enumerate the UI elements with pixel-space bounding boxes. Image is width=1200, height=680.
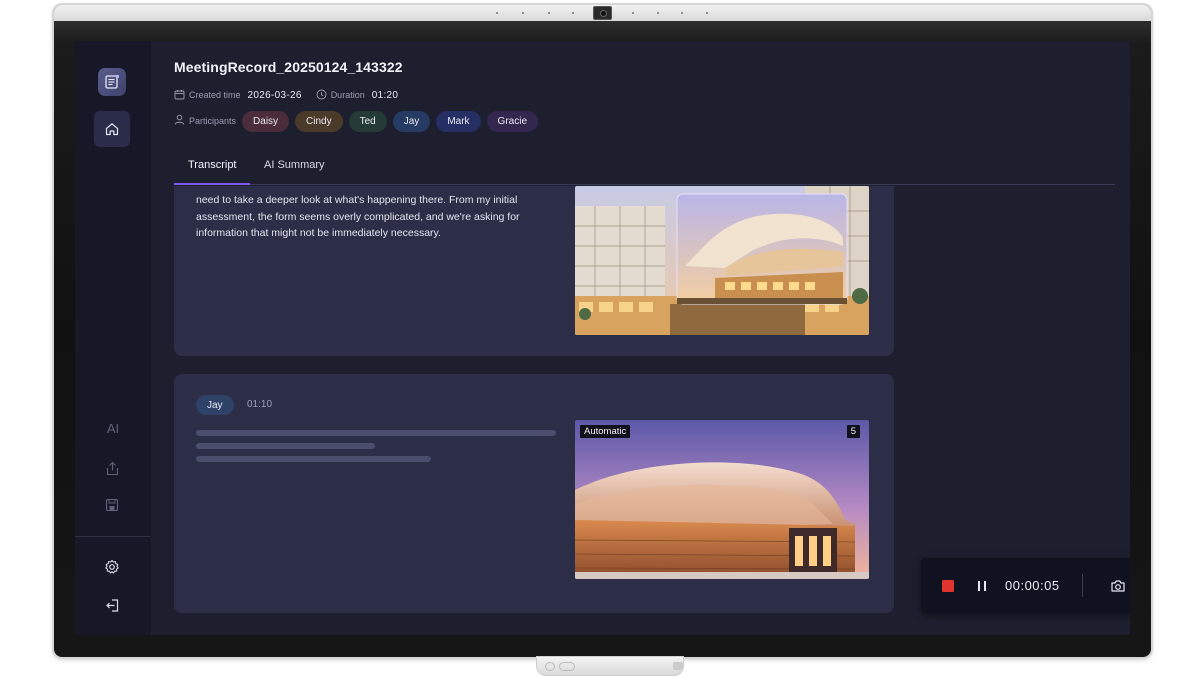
- app-logo-icon[interactable]: [98, 68, 126, 96]
- toolbar-divider: [1082, 574, 1083, 597]
- home-icon[interactable]: [94, 111, 130, 147]
- loading-placeholder-line: [196, 430, 556, 436]
- webcam-icon: [593, 6, 612, 20]
- participant-chip[interactable]: Gracie: [486, 110, 538, 132]
- architecture-image[interactable]: Automatic 5: [575, 420, 869, 579]
- clock-icon: [316, 89, 327, 102]
- person-icon: [174, 112, 185, 130]
- architecture-image[interactable]: [575, 186, 869, 335]
- recording-timer: 00:00:05: [1005, 578, 1060, 593]
- camera-icon[interactable]: [1110, 578, 1126, 594]
- settings-icon[interactable]: [102, 557, 122, 577]
- timestamp: 01:10: [247, 399, 273, 410]
- pause-icon[interactable]: [975, 579, 989, 593]
- created-time-label: Created time: [189, 90, 241, 100]
- sidebar: AI: [75, 41, 151, 635]
- meeting-meta: Created time 2026-03-26 Duration 01:20: [174, 88, 398, 102]
- transcript-text: need to take a deeper look at what's hap…: [196, 194, 520, 239]
- stage: AI MeetingRecord_20250124_143322 Created…: [0, 0, 1200, 680]
- created-time-value: 2026-03-26: [247, 89, 302, 101]
- stop-icon[interactable]: [942, 580, 954, 592]
- recording-toolbar: 00:00:05: [921, 558, 1130, 613]
- participant-chip[interactable]: Daisy: [242, 110, 290, 132]
- participant-chip[interactable]: Ted: [348, 110, 387, 132]
- display-stand: [536, 656, 684, 676]
- main-panel: MeetingRecord_20250124_143322 Created ti…: [151, 41, 1130, 635]
- loading-placeholder-line: [196, 443, 375, 449]
- tab-bar: Transcript AI Summary: [174, 151, 1115, 185]
- sidebar-divider: [75, 536, 151, 537]
- ai-button[interactable]: AI: [101, 421, 125, 436]
- transcript-card: need to take a deeper look at what's hap…: [174, 186, 894, 356]
- duration-label: Duration: [330, 90, 365, 100]
- participant-chip[interactable]: Mark: [436, 110, 481, 132]
- app-screen: AI MeetingRecord_20250124_143322 Created…: [75, 41, 1130, 635]
- save-icon[interactable]: [102, 495, 122, 515]
- stand-connector-icon: [673, 662, 683, 670]
- active-tab-indicator: [174, 183, 250, 185]
- duration-value: 01:20: [371, 89, 399, 101]
- participant-chip[interactable]: Cindy: [295, 110, 343, 132]
- image-count-badge: 5: [846, 425, 860, 438]
- exit-icon[interactable]: [102, 595, 122, 615]
- loading-placeholder-line: [196, 456, 431, 462]
- tab-ai-summary[interactable]: AI Summary: [264, 159, 325, 185]
- transcript-card: Jay 01:10 Automatic 5: [174, 374, 894, 613]
- participant-chip[interactable]: Jay: [392, 110, 431, 132]
- participants-label: Participants: [189, 116, 237, 126]
- page-title: MeetingRecord_20250124_143322: [174, 59, 403, 75]
- stand-button-icon: [545, 662, 555, 671]
- participants-row: Participants Daisy Cindy Ted Jay Mark Gr…: [174, 110, 544, 132]
- speaker-chip[interactable]: Jay: [196, 395, 234, 415]
- stand-switch-icon: [559, 662, 575, 671]
- calendar-icon: [174, 89, 185, 102]
- tab-transcript[interactable]: Transcript: [188, 159, 237, 185]
- share-icon[interactable]: [102, 458, 122, 478]
- image-mode-badge: Automatic: [580, 425, 631, 438]
